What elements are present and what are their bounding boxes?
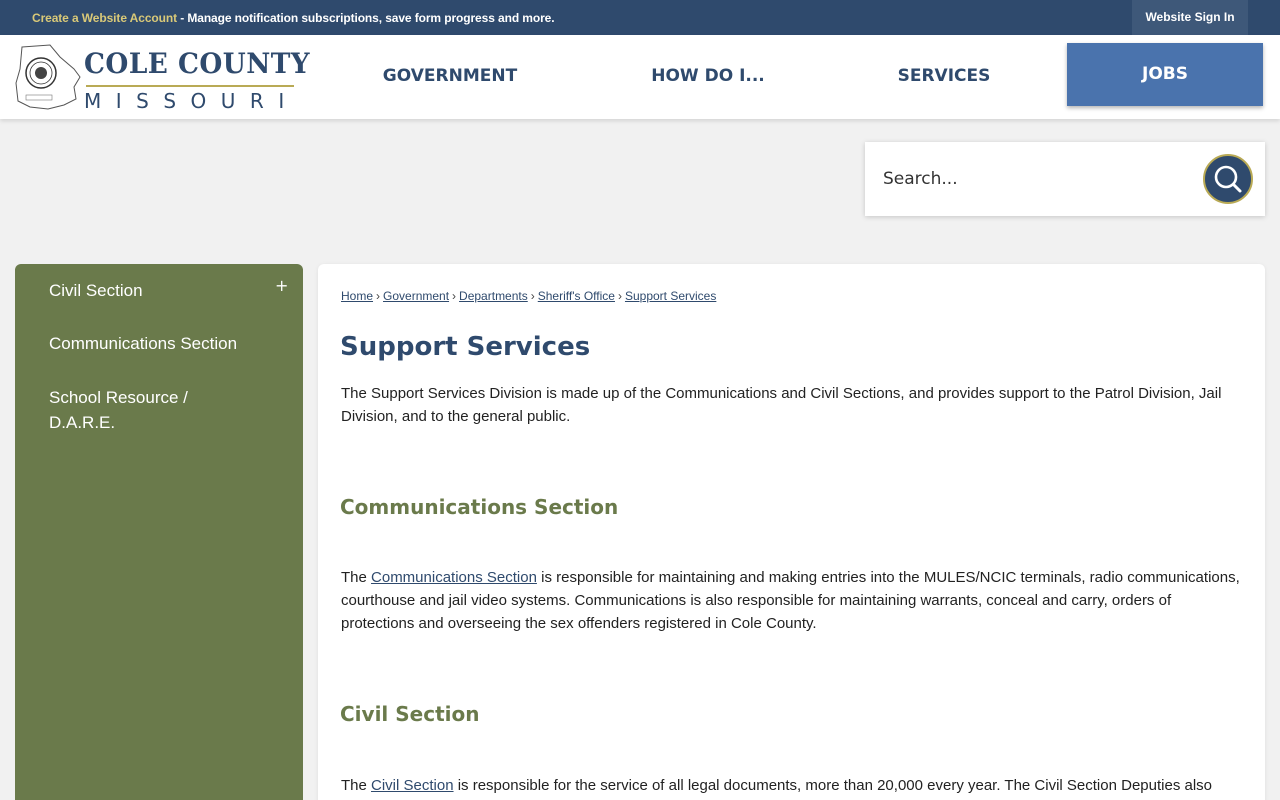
breadcrumb-departments[interactable]: Departments bbox=[459, 289, 528, 303]
civil-section-link[interactable]: Civil Section bbox=[371, 777, 454, 794]
civil-paragraph: The Civil Section is responsible for the… bbox=[341, 774, 1246, 797]
nav-how-do-i[interactable]: HOW DO I... bbox=[630, 35, 786, 119]
search-input[interactable] bbox=[883, 160, 1183, 198]
communications-paragraph: The Communications Section is responsibl… bbox=[341, 566, 1246, 635]
sidebar-item-civil-section[interactable]: Civil Section bbox=[49, 278, 143, 303]
county-map-seal-icon bbox=[15, 44, 81, 110]
logo-county-name: COLE COUNTY bbox=[84, 47, 311, 80]
account-message: Create a Website Account - Manage notifi… bbox=[32, 11, 555, 25]
breadcrumb-separator: › bbox=[617, 289, 622, 303]
page-title: Support Services bbox=[340, 332, 591, 362]
breadcrumb: Home › Government › Departments › Sheriff's Of… bbox=[341, 289, 716, 303]
sidebar-item-communications-section[interactable]: Communications Section bbox=[49, 331, 237, 356]
civil-text: is responsible for the service of all le… bbox=[453, 777, 1212, 794]
logo-divider bbox=[86, 85, 294, 87]
main-content: Home › Government › Departments › Sheriff's Of… bbox=[318, 264, 1265, 800]
search-button[interactable] bbox=[1203, 154, 1253, 204]
search-icon bbox=[1214, 165, 1242, 193]
communications-section-link[interactable]: Communications Section bbox=[371, 569, 537, 586]
sidebar-expand-icon[interactable]: + bbox=[275, 276, 288, 295]
communications-heading: Communications Section bbox=[340, 495, 619, 519]
civil-lead: The bbox=[341, 777, 372, 794]
nav-jobs[interactable]: JOBS bbox=[1067, 43, 1263, 106]
breadcrumb-home[interactable]: Home bbox=[341, 289, 373, 303]
civil-heading: Civil Section bbox=[340, 702, 480, 726]
breadcrumb-separator: › bbox=[452, 289, 457, 303]
nav-government[interactable]: GOVERNMENT bbox=[370, 35, 530, 119]
section-sidebar: Civil Section + Communications Section S… bbox=[15, 264, 303, 800]
intro-paragraph: The Support Services Division is made up… bbox=[341, 385, 1222, 425]
breadcrumb-separator: › bbox=[376, 289, 381, 303]
nav-services[interactable]: SERVICES bbox=[880, 35, 1008, 119]
search-box bbox=[865, 142, 1265, 216]
breadcrumb-separator: › bbox=[530, 289, 535, 303]
communications-lead: The bbox=[341, 569, 372, 586]
breadcrumb-sheriffs-office[interactable]: Sheriff's Office bbox=[538, 289, 615, 303]
site-header: COLE COUNTY MISSOURI GOVERNMENT HOW DO I… bbox=[0, 35, 1280, 119]
sign-in-button[interactable]: Website Sign In bbox=[1132, 0, 1248, 35]
sidebar-item-school-resource[interactable]: School Resource / D.A.R.E. bbox=[49, 385, 229, 435]
breadcrumb-support-services[interactable]: Support Services bbox=[625, 289, 716, 303]
logo-state-name: MISSOURI bbox=[84, 89, 299, 113]
account-message-text: - Manage notification subscriptions, sav… bbox=[176, 11, 555, 25]
breadcrumb-government[interactable]: Government bbox=[383, 289, 449, 303]
county-logo[interactable]: COLE COUNTY MISSOURI bbox=[14, 43, 310, 113]
top-utility-bar: Create a Website Account - Manage notifi… bbox=[0, 0, 1280, 35]
create-account-link[interactable]: Create a Website Account bbox=[32, 11, 177, 25]
